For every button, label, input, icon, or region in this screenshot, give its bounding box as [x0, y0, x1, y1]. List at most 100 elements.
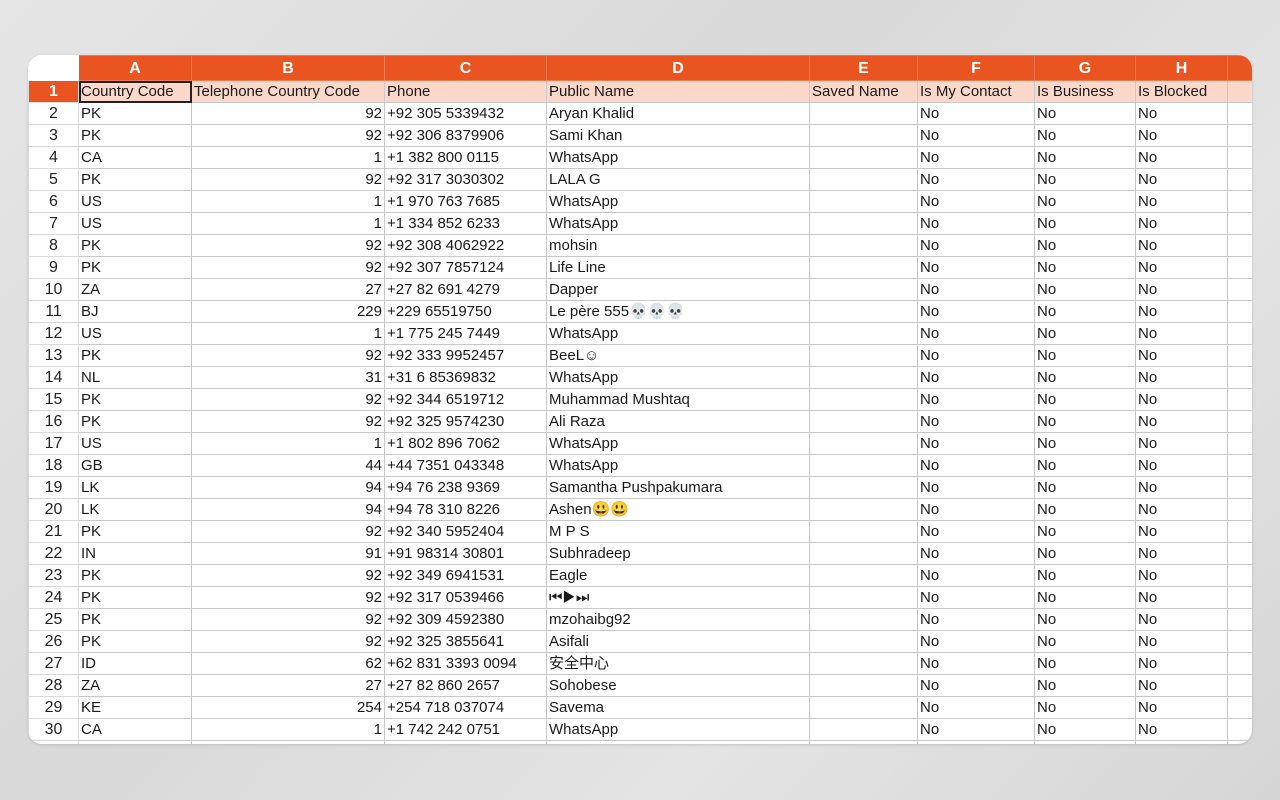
- row-number[interactable]: 21: [28, 520, 79, 543]
- cell-empty[interactable]: [1227, 278, 1252, 301]
- column-header-h[interactable]: H: [1135, 55, 1228, 81]
- cell-public-name[interactable]: BeeL☺: [546, 344, 810, 367]
- row-number[interactable]: 16: [28, 410, 79, 433]
- cell-saved-name[interactable]: [809, 168, 918, 191]
- cell-is-my-contact[interactable]: No: [917, 630, 1035, 653]
- row-number[interactable]: 18: [28, 454, 79, 477]
- cell-telephone-country-code[interactable]: 229: [191, 300, 385, 323]
- cell-is-my-contact[interactable]: No: [917, 124, 1035, 147]
- cell-country-code[interactable]: PK: [78, 740, 192, 744]
- cell-empty[interactable]: [1227, 498, 1252, 521]
- cell-is-business[interactable]: No: [1034, 476, 1136, 499]
- cell-country-code[interactable]: ZA: [78, 278, 192, 301]
- cell-telephone-country-code[interactable]: 94: [191, 498, 385, 521]
- cell-is-my-contact[interactable]: No: [917, 278, 1035, 301]
- cell-telephone-country-code[interactable]: 92: [191, 740, 385, 744]
- cell-is-my-contact[interactable]: No: [917, 674, 1035, 697]
- cell-phone[interactable]: +92 307 7857124: [384, 256, 547, 279]
- row-number[interactable]: 28: [28, 674, 79, 697]
- cell-empty[interactable]: [1227, 476, 1252, 499]
- cell-is-business[interactable]: No: [1034, 410, 1136, 433]
- cell-phone[interactable]: +31 6 85369832: [384, 366, 547, 389]
- column-header-b[interactable]: B: [191, 55, 385, 81]
- cell-saved-name[interactable]: [809, 740, 918, 744]
- cell-phone[interactable]: +92 309 4592380: [384, 608, 547, 631]
- cell-empty[interactable]: [1227, 586, 1252, 609]
- cell-is-business[interactable]: No: [1034, 630, 1136, 653]
- cell-telephone-country-code[interactable]: 27: [191, 674, 385, 697]
- cell-is-my-contact[interactable]: No: [917, 740, 1035, 744]
- cell-phone[interactable]: +1 802 896 7062: [384, 432, 547, 455]
- cell-empty[interactable]: [1227, 256, 1252, 279]
- cell-is-my-contact[interactable]: No: [917, 366, 1035, 389]
- cell-empty[interactable]: [1227, 432, 1252, 455]
- cell-phone[interactable]: +91 98314 30801: [384, 542, 547, 565]
- cell-is-blocked[interactable]: No: [1135, 740, 1228, 744]
- cell-is-my-contact[interactable]: No: [917, 322, 1035, 345]
- column-header-c[interactable]: C: [384, 55, 547, 81]
- cell-is-business[interactable]: No: [1034, 234, 1136, 257]
- cell-is-my-contact[interactable]: No: [917, 432, 1035, 455]
- cell-saved-name[interactable]: [809, 300, 918, 323]
- cell-is-my-contact[interactable]: No: [917, 344, 1035, 367]
- cell-is-business[interactable]: No: [1034, 278, 1136, 301]
- cell-saved-name[interactable]: [809, 520, 918, 543]
- cell-empty[interactable]: [1227, 212, 1252, 235]
- cell-phone[interactable]: +92 308 4062922: [384, 234, 547, 257]
- cell-public-name[interactable]: Subhradeep: [546, 542, 810, 565]
- cell-is-my-contact[interactable]: No: [917, 608, 1035, 631]
- cell-public-name[interactable]: Sami Khan: [546, 124, 810, 147]
- cell-is-business[interactable]: No: [1034, 146, 1136, 169]
- cell-is-my-contact[interactable]: No: [917, 454, 1035, 477]
- cell-is-business[interactable]: No: [1034, 212, 1136, 235]
- column-header-extra[interactable]: [1227, 55, 1252, 81]
- cell-country-code[interactable]: PK: [78, 256, 192, 279]
- row-number[interactable]: 20: [28, 498, 79, 521]
- cell-empty[interactable]: [1227, 344, 1252, 367]
- cell-empty[interactable]: [1227, 234, 1252, 257]
- cell-is-blocked[interactable]: No: [1135, 146, 1228, 169]
- cell-telephone-country-code[interactable]: 92: [191, 234, 385, 257]
- cell-saved-name[interactable]: [809, 256, 918, 279]
- cell-is-blocked[interactable]: No: [1135, 696, 1228, 719]
- cell-public-name[interactable]: Eagle: [546, 564, 810, 587]
- cell-country-code[interactable]: GB: [78, 454, 192, 477]
- cell-empty[interactable]: [1227, 300, 1252, 323]
- cell-is-blocked[interactable]: No: [1135, 630, 1228, 653]
- cell-is-my-contact[interactable]: No: [917, 146, 1035, 169]
- cell-is-blocked[interactable]: No: [1135, 212, 1228, 235]
- cell-public-name[interactable]: Ali Raza: [546, 410, 810, 433]
- cell-telephone-country-code[interactable]: 92: [191, 630, 385, 653]
- cell-empty[interactable]: [1227, 718, 1252, 741]
- cell-public-name[interactable]: ⏮▶⏭: [546, 586, 810, 609]
- cell-empty[interactable]: [1227, 388, 1252, 411]
- row-number[interactable]: 1: [28, 80, 79, 103]
- row-number[interactable]: 22: [28, 542, 79, 565]
- cell-is-my-contact[interactable]: No: [917, 718, 1035, 741]
- cell-is-my-contact[interactable]: No: [917, 388, 1035, 411]
- cell-saved-name[interactable]: [809, 542, 918, 565]
- cell-public-name[interactable]: Le père 555💀💀💀: [546, 300, 810, 323]
- row-number[interactable]: 8: [28, 234, 79, 257]
- cell-telephone-country-code[interactable]: 92: [191, 124, 385, 147]
- cell-is-my-contact-header[interactable]: Is My Contact: [917, 80, 1035, 103]
- cell-is-business[interactable]: No: [1034, 674, 1136, 697]
- cell-saved-name[interactable]: [809, 696, 918, 719]
- cell-telephone-country-code[interactable]: 31: [191, 366, 385, 389]
- cell-saved-name[interactable]: [809, 344, 918, 367]
- cell-telephone-country-code[interactable]: 92: [191, 410, 385, 433]
- cell-phone[interactable]: +92 349 6941531: [384, 564, 547, 587]
- cell-public-name[interactable]: WhatsApp: [546, 190, 810, 213]
- row-number[interactable]: 11: [28, 300, 79, 323]
- cell-telephone-country-code[interactable]: 92: [191, 608, 385, 631]
- cell-empty[interactable]: [1227, 80, 1252, 103]
- cell-is-business[interactable]: No: [1034, 300, 1136, 323]
- select-all-corner[interactable]: [28, 55, 79, 81]
- cell-empty[interactable]: [1227, 564, 1252, 587]
- cell-phone[interactable]: +92 305 5339432: [384, 102, 547, 125]
- cell-country-code-header[interactable]: Country Code: [78, 80, 192, 103]
- cell-country-code[interactable]: CA: [78, 146, 192, 169]
- cell-is-my-contact[interactable]: No: [917, 234, 1035, 257]
- cell-country-code[interactable]: PK: [78, 234, 192, 257]
- cell-is-blocked[interactable]: No: [1135, 300, 1228, 323]
